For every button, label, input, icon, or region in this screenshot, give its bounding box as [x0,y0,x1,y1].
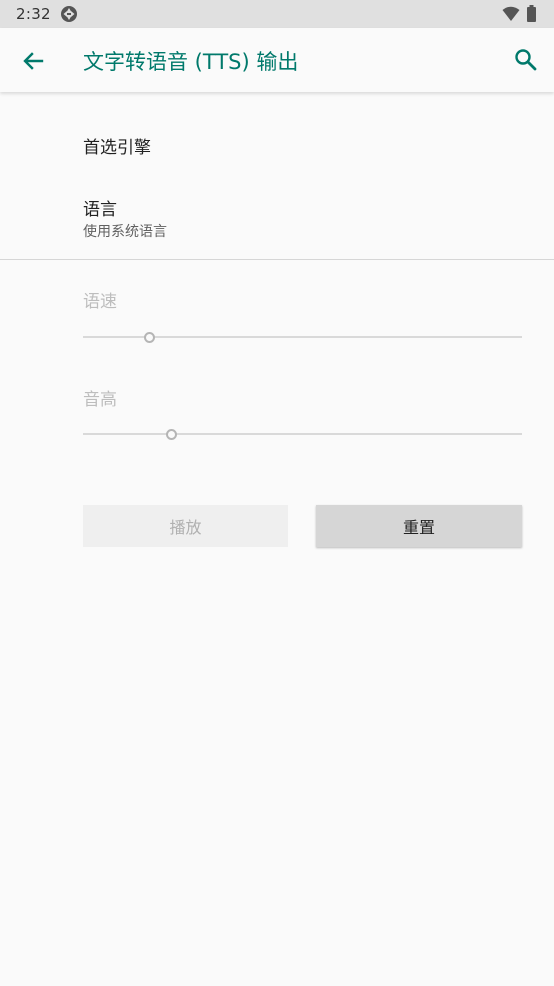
pitch-thumb[interactable] [165,429,177,440]
pitch-slider[interactable] [83,424,522,444]
pitch-label: 音高 [83,390,117,410]
app-bar: 文字转语音 (TTS) 输出 [0,28,554,92]
pitch-track [83,433,522,435]
status-time: 2:32 [16,5,51,23]
play-button[interactable]: 播放 [83,505,288,547]
back-arrow-icon [23,52,44,70]
speech-rate-thumb[interactable] [143,332,155,343]
search-button[interactable] [512,46,540,74]
language-summary: 使用系统语言 [83,224,167,240]
back-button[interactable] [18,46,48,76]
speech-rate-label: 语速 [83,292,117,312]
section-divider [0,259,554,260]
status-bar: 2:32 [0,0,554,28]
search-icon [515,49,537,71]
app-notification-icon [61,6,77,22]
preferred-engine-item[interactable]: 首选引擎 [0,108,554,178]
reset-button[interactable]: 重置 [316,505,522,547]
battery-icon [527,5,536,22]
wifi-icon [502,6,520,21]
language-item[interactable]: 语言 使用系统语言 [0,180,554,258]
speech-rate-slider[interactable] [83,327,522,347]
language-title: 语言 [83,200,117,220]
preferred-engine-title: 首选引擎 [83,138,151,158]
page-title: 文字转语音 (TTS) 输出 [83,50,299,74]
tts-settings-screen: 2:32 文字转语音 (TTS) 输出 首选引擎 语言 使用系统语言 语速 音高… [0,0,554,986]
